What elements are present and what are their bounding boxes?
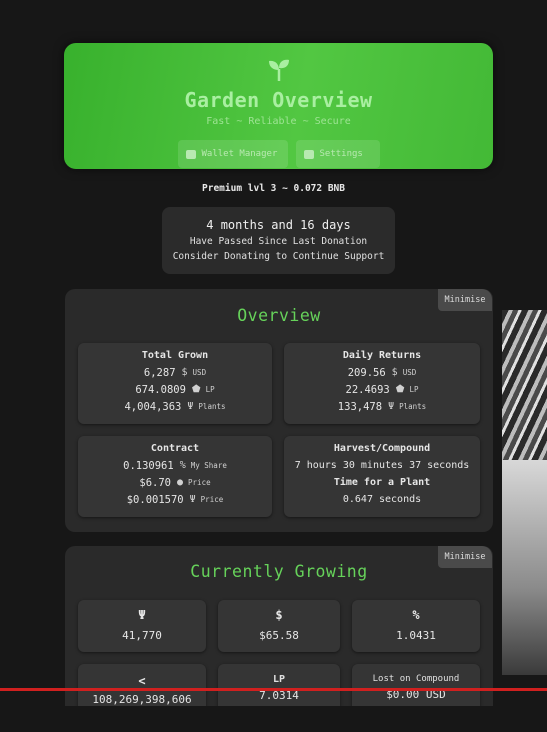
donation-line-2: Have Passed Since Last Donation: [189, 236, 368, 247]
harvest-heading: Harvest/Compound: [333, 443, 431, 454]
wallet-manager-label: Wallet Manager: [201, 149, 278, 159]
share-unit: My Share: [190, 461, 227, 470]
usd-unit: USD: [402, 368, 417, 377]
price-unit: Price: [200, 495, 224, 504]
percent-icon: %: [179, 460, 186, 471]
growing-lp-label: LP: [272, 674, 286, 685]
total-grown-usd-value: 6,287: [143, 366, 176, 379]
page-subtitle: Fast ~ Reliable ~ Secure: [206, 116, 351, 127]
gear-icon: [303, 149, 314, 159]
contract-heading: Contract: [150, 443, 200, 454]
daily-returns-plants-row: 133,478 Ψ Plants: [284, 398, 480, 415]
bottom-overlay: [0, 706, 547, 732]
growing-percent-value: 1.0431: [396, 629, 436, 642]
wallet-manager-button[interactable]: Wallet Manager: [177, 140, 288, 168]
contract-card: Contract 0.130961 % My Share $6.70 ● Price…: [78, 436, 272, 517]
settings-button[interactable]: Settings: [295, 140, 380, 168]
total-grown-heading: Total Grown: [141, 350, 209, 361]
daily-returns-usd-row: 209.56 $ USD: [284, 364, 480, 381]
growing-plants-value: 41,770: [122, 629, 162, 642]
percent-icon: %: [412, 608, 420, 622]
plants-unit: Plants: [198, 402, 226, 411]
daily-returns-usd-value: 209.56: [347, 366, 386, 379]
lp-icon: ⬟: [395, 384, 405, 395]
share-icon: <: [138, 674, 146, 688]
page-title: Garden Overview: [184, 88, 373, 112]
sprout-icon: [64, 57, 493, 87]
header-banner: Garden Overview Fast ~ Reliable ~ Secure…: [64, 43, 493, 169]
usd-unit: USD: [192, 368, 207, 377]
dollar-icon: $: [181, 367, 188, 378]
daily-returns-plants-value: 133,478: [337, 400, 383, 413]
lost-on-compound-label: Lost on Compound: [372, 674, 460, 684]
progress-line: [0, 688, 547, 691]
plant-time-heading: Time for a Plant: [333, 477, 431, 488]
growing-usd-card: $ $65.58: [218, 600, 340, 652]
sprout-icon: Ψ: [187, 401, 194, 412]
growing-title: Currently Growing: [190, 562, 368, 581]
harvest-card: Harvest/Compound 7 hours 30 minutes 37 s…: [284, 436, 480, 517]
total-grown-plants-value: 4,004,363: [124, 400, 182, 413]
growing-usd-value: $65.58: [259, 629, 299, 642]
sprout-icon: Ψ: [388, 401, 395, 412]
lp-unit: LP: [205, 385, 215, 394]
total-grown-usd-row: 6,287 $ USD: [78, 364, 272, 381]
daily-returns-lp-value: 22.4693: [345, 383, 390, 396]
contract-share-value: 0.130961: [123, 459, 174, 472]
donation-line-3: Consider Donating to Continue Support: [172, 251, 385, 262]
contract-lp-price-row: $6.70 ● Price: [78, 474, 272, 491]
contract-share-row: 0.130961 % My Share: [78, 457, 272, 474]
daily-returns-heading: Daily Returns: [342, 350, 422, 361]
premium-status: Premium lvl 3 ~ 0.072 BNB: [202, 183, 345, 194]
lp-unit: LP: [409, 385, 419, 394]
price-unit: Price: [188, 478, 211, 487]
total-grown-plants-row: 4,004,363 Ψ Plants: [78, 398, 272, 415]
plant-time-value: 0.647 seconds: [342, 494, 422, 505]
contract-plant-price-value: $0.001570: [126, 493, 184, 506]
sprout-icon: Ψ: [189, 494, 196, 505]
wallet-icon: [185, 149, 196, 159]
drop-icon: ●: [177, 477, 184, 488]
dollar-icon: $: [275, 608, 283, 622]
dollar-icon: $: [391, 367, 398, 378]
currently-growing-panel: Minimise Currently Growing Ψ 41,770 $ $6…: [65, 546, 493, 732]
donation-notice: 4 months and 16 days Have Passed Since L…: [162, 207, 395, 274]
total-grown-lp-value: 674.0809: [135, 383, 186, 396]
total-grown-lp-row: 674.0809 ⬟ LP: [78, 381, 272, 398]
total-grown-card: Total Grown 6,287 $ USD 674.0809 ⬟ LP 4,00…: [78, 343, 272, 424]
background-photo: [502, 310, 547, 675]
contract-lp-price-value: $6.70: [139, 476, 171, 489]
overview-panel: Minimise Overview Total Grown 6,287 $ USD…: [65, 289, 493, 532]
contract-plant-price-row: $0.001570 Ψ Price: [78, 491, 272, 508]
settings-label: Settings: [319, 149, 363, 159]
donation-elapsed: 4 months and 16 days: [206, 218, 351, 232]
overview-title: Overview: [237, 306, 321, 325]
lp-icon: ⬟: [191, 384, 201, 395]
daily-returns-card: Daily Returns 209.56 $ USD 22.4693 ⬟ LP 13…: [284, 343, 480, 424]
daily-returns-lp-row: 22.4693 ⬟ LP: [284, 381, 480, 398]
plants-unit: Plants: [399, 402, 427, 411]
sprout-icon: Ψ: [138, 608, 146, 622]
growing-seeds-value: 108,269,398,606: [92, 693, 192, 706]
growing-percent-card: % 1.0431: [352, 600, 480, 652]
growing-plants-card: Ψ 41,770: [78, 600, 206, 652]
harvest-time: 7 hours 30 minutes 37 seconds: [294, 460, 470, 471]
